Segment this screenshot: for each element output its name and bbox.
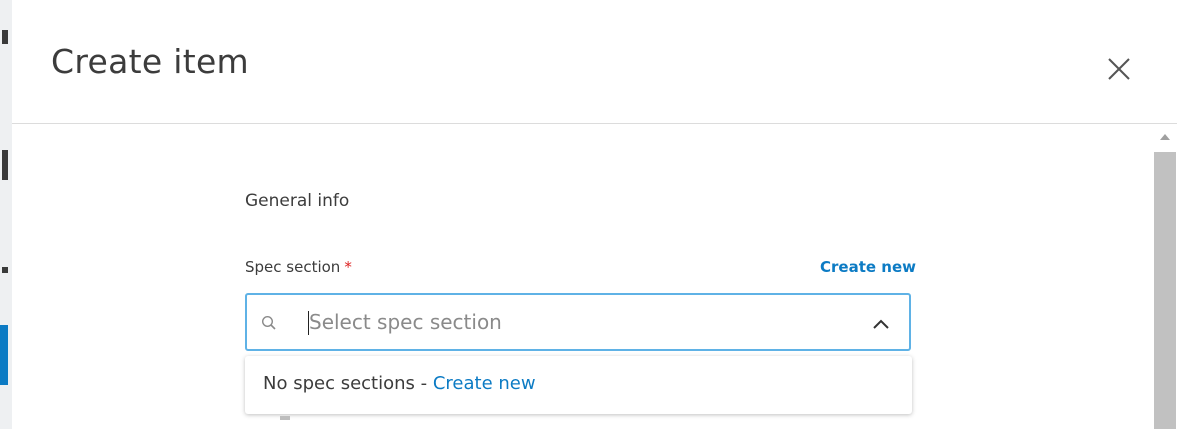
dialog-body: General info Spec section* Create new No…	[12, 124, 1177, 429]
dialog-header: Create item	[12, 0, 1177, 124]
spec-section-label-text: Spec section	[245, 258, 341, 276]
scrollbar-thumb[interactable]	[1154, 152, 1176, 429]
spec-section-dropdown: No spec sections - Create new	[245, 356, 912, 414]
required-mark: *	[344, 258, 352, 276]
dialog-scrollbar[interactable]	[1153, 124, 1177, 429]
background-page-edge	[0, 0, 12, 429]
close-icon	[1108, 58, 1130, 80]
dropdown-empty-message: No spec sections - Create new	[263, 373, 536, 394]
scroll-up-arrow-icon[interactable]	[1159, 132, 1171, 142]
create-new-link[interactable]: Create new	[820, 258, 916, 276]
dialog-title: Create item	[51, 42, 249, 81]
background-glyph	[2, 267, 8, 273]
section-title: General info	[245, 191, 350, 211]
dropdown-create-new-link[interactable]: Create new	[433, 373, 536, 394]
search-icon	[261, 315, 276, 330]
close-button[interactable]	[1102, 52, 1136, 86]
hidden-field-label-fragment	[280, 416, 290, 420]
chevron-up-icon[interactable]	[870, 313, 892, 335]
spec-section-label: Spec section *	[245, 258, 352, 276]
create-item-dialog: Create item General info Spec section * C…	[12, 0, 1177, 429]
spec-section-search-input[interactable]	[309, 307, 829, 337]
background-glyph	[2, 30, 8, 44]
background-glyph	[2, 150, 8, 180]
background-highlight	[0, 325, 8, 385]
dropdown-empty-text: No spec sections -	[263, 373, 433, 394]
spec-section-select[interactable]	[245, 293, 911, 351]
